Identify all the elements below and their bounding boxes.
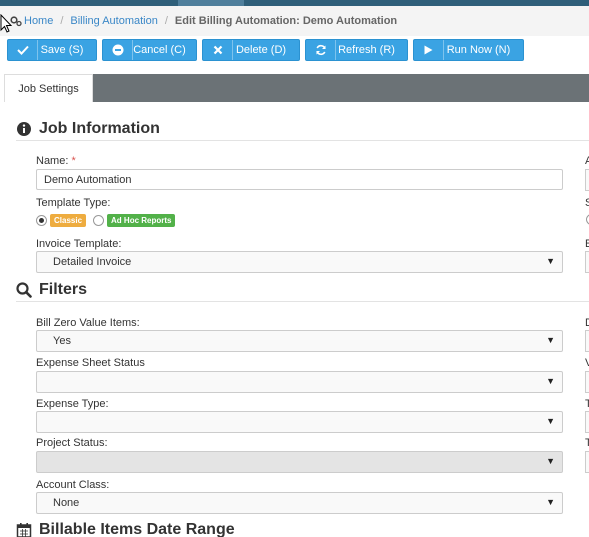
- name-input[interactable]: Demo Automation: [36, 169, 563, 190]
- right-column-radio[interactable]: [585, 214, 589, 226]
- template-type-radio-group: Classic Ad Hoc Reports: [36, 214, 176, 227]
- right-column-field[interactable]: [585, 330, 589, 352]
- cancel-button-label: Cancel (C): [133, 44, 186, 56]
- save-button-label: Save (S): [40, 44, 84, 56]
- template-type-label: Template Type:: [36, 197, 111, 209]
- classic-badge: Classic: [50, 214, 87, 227]
- invoice-template-label: Invoice Template:: [36, 238, 122, 250]
- dropdown-arrow-icon: ▼: [546, 416, 555, 426]
- right-column-field[interactable]: [585, 169, 589, 191]
- expense-sheet-status-label: Expense Sheet Status: [36, 357, 145, 369]
- breadcrumb-separator: /: [164, 15, 168, 27]
- breadcrumb-home-link[interactable]: Home: [24, 15, 53, 27]
- template-classic-radio[interactable]: [36, 215, 47, 226]
- ad-hoc-reports-badge: Ad Hoc Reports: [107, 214, 176, 227]
- breadcrumb-current: Edit Billing Automation: Demo Automation: [174, 15, 398, 27]
- bill-zero-value-value: Yes: [53, 335, 71, 347]
- calendar-icon: [16, 523, 32, 537]
- right-column-label: T: [585, 398, 589, 410]
- right-column-label: V: [585, 357, 589, 369]
- bill-zero-value-select[interactable]: Yes ▼: [36, 330, 563, 352]
- filters-heading: Filters: [16, 281, 87, 299]
- invoice-template-select[interactable]: Detailed Invoice ▼: [36, 251, 563, 273]
- play-icon: [414, 40, 444, 60]
- breadcrumb-billing-automation-link[interactable]: Billing Automation: [70, 15, 157, 27]
- dropdown-arrow-icon: ▼: [546, 335, 555, 345]
- tab-job-settings[interactable]: Job Settings: [4, 74, 93, 102]
- dropdown-arrow-icon: ▼: [546, 256, 555, 266]
- account-class-value: None: [53, 497, 80, 509]
- check-icon: [8, 40, 38, 60]
- right-column-label: T: [585, 437, 589, 449]
- project-status-label: Project Status:: [36, 437, 108, 449]
- search-icon: [16, 282, 32, 298]
- delete-button[interactable]: Delete (D): [202, 39, 300, 61]
- date-range-heading: Billable Items Date Range: [16, 521, 235, 537]
- dropdown-arrow-icon: ▼: [546, 497, 555, 507]
- right-column-field[interactable]: [585, 411, 589, 433]
- right-column-field[interactable]: [585, 251, 589, 273]
- dropdown-arrow-icon: ▼: [546, 376, 555, 386]
- account-class-label: Account Class:: [36, 479, 110, 491]
- section-divider: [16, 140, 589, 141]
- action-toolbar: Save (S) Cancel (C) Delete (D) Refresh (…: [7, 39, 524, 61]
- right-column-label: E: [585, 238, 589, 250]
- invoice-template-value: Detailed Invoice: [53, 256, 132, 268]
- expense-sheet-status-select[interactable]: ▼: [36, 371, 563, 393]
- breadcrumb-separator: /: [60, 15, 64, 27]
- minus-circle-icon: [103, 40, 133, 60]
- close-icon: [203, 40, 233, 60]
- delete-button-label: Delete (D): [235, 44, 287, 56]
- run-now-button-label: Run Now (N): [446, 44, 511, 56]
- right-column-label: D: [585, 317, 589, 329]
- expense-type-label: Expense Type:: [36, 398, 109, 410]
- cancel-button[interactable]: Cancel (C): [102, 39, 197, 61]
- date-range-title: Billable Items Date Range: [39, 521, 235, 537]
- right-column-label: A: [585, 155, 589, 167]
- refresh-icon: [306, 40, 336, 60]
- job-information-heading: Job Information: [16, 120, 160, 138]
- job-information-title: Job Information: [39, 120, 160, 137]
- bill-zero-value-label: Bill Zero Value Items:: [36, 317, 140, 329]
- save-button[interactable]: Save (S): [7, 39, 97, 61]
- run-now-button[interactable]: Run Now (N): [413, 39, 524, 61]
- project-status-select[interactable]: ▼: [36, 451, 563, 473]
- tab-bar: Job Settings: [4, 74, 589, 102]
- refresh-button-label: Refresh (R): [338, 44, 395, 56]
- right-column-field[interactable]: [585, 371, 589, 393]
- refresh-button[interactable]: Refresh (R): [305, 39, 408, 61]
- template-ad-hoc-radio[interactable]: [93, 215, 105, 226]
- section-divider: [16, 301, 589, 302]
- expense-type-select[interactable]: ▼: [36, 411, 563, 433]
- dropdown-arrow-icon: ▼: [546, 456, 555, 466]
- mouse-cursor-icon: [0, 14, 13, 33]
- required-marker: *: [71, 155, 76, 167]
- right-column-field[interactable]: [585, 451, 589, 473]
- name-label: Name: *: [36, 155, 76, 167]
- right-column-label: S: [585, 197, 589, 209]
- info-circle-icon: [17, 122, 31, 136]
- account-class-select[interactable]: None ▼: [36, 492, 563, 514]
- breadcrumb: Home / Billing Automation / Edit Billing…: [0, 6, 589, 36]
- filters-title: Filters: [39, 281, 88, 298]
